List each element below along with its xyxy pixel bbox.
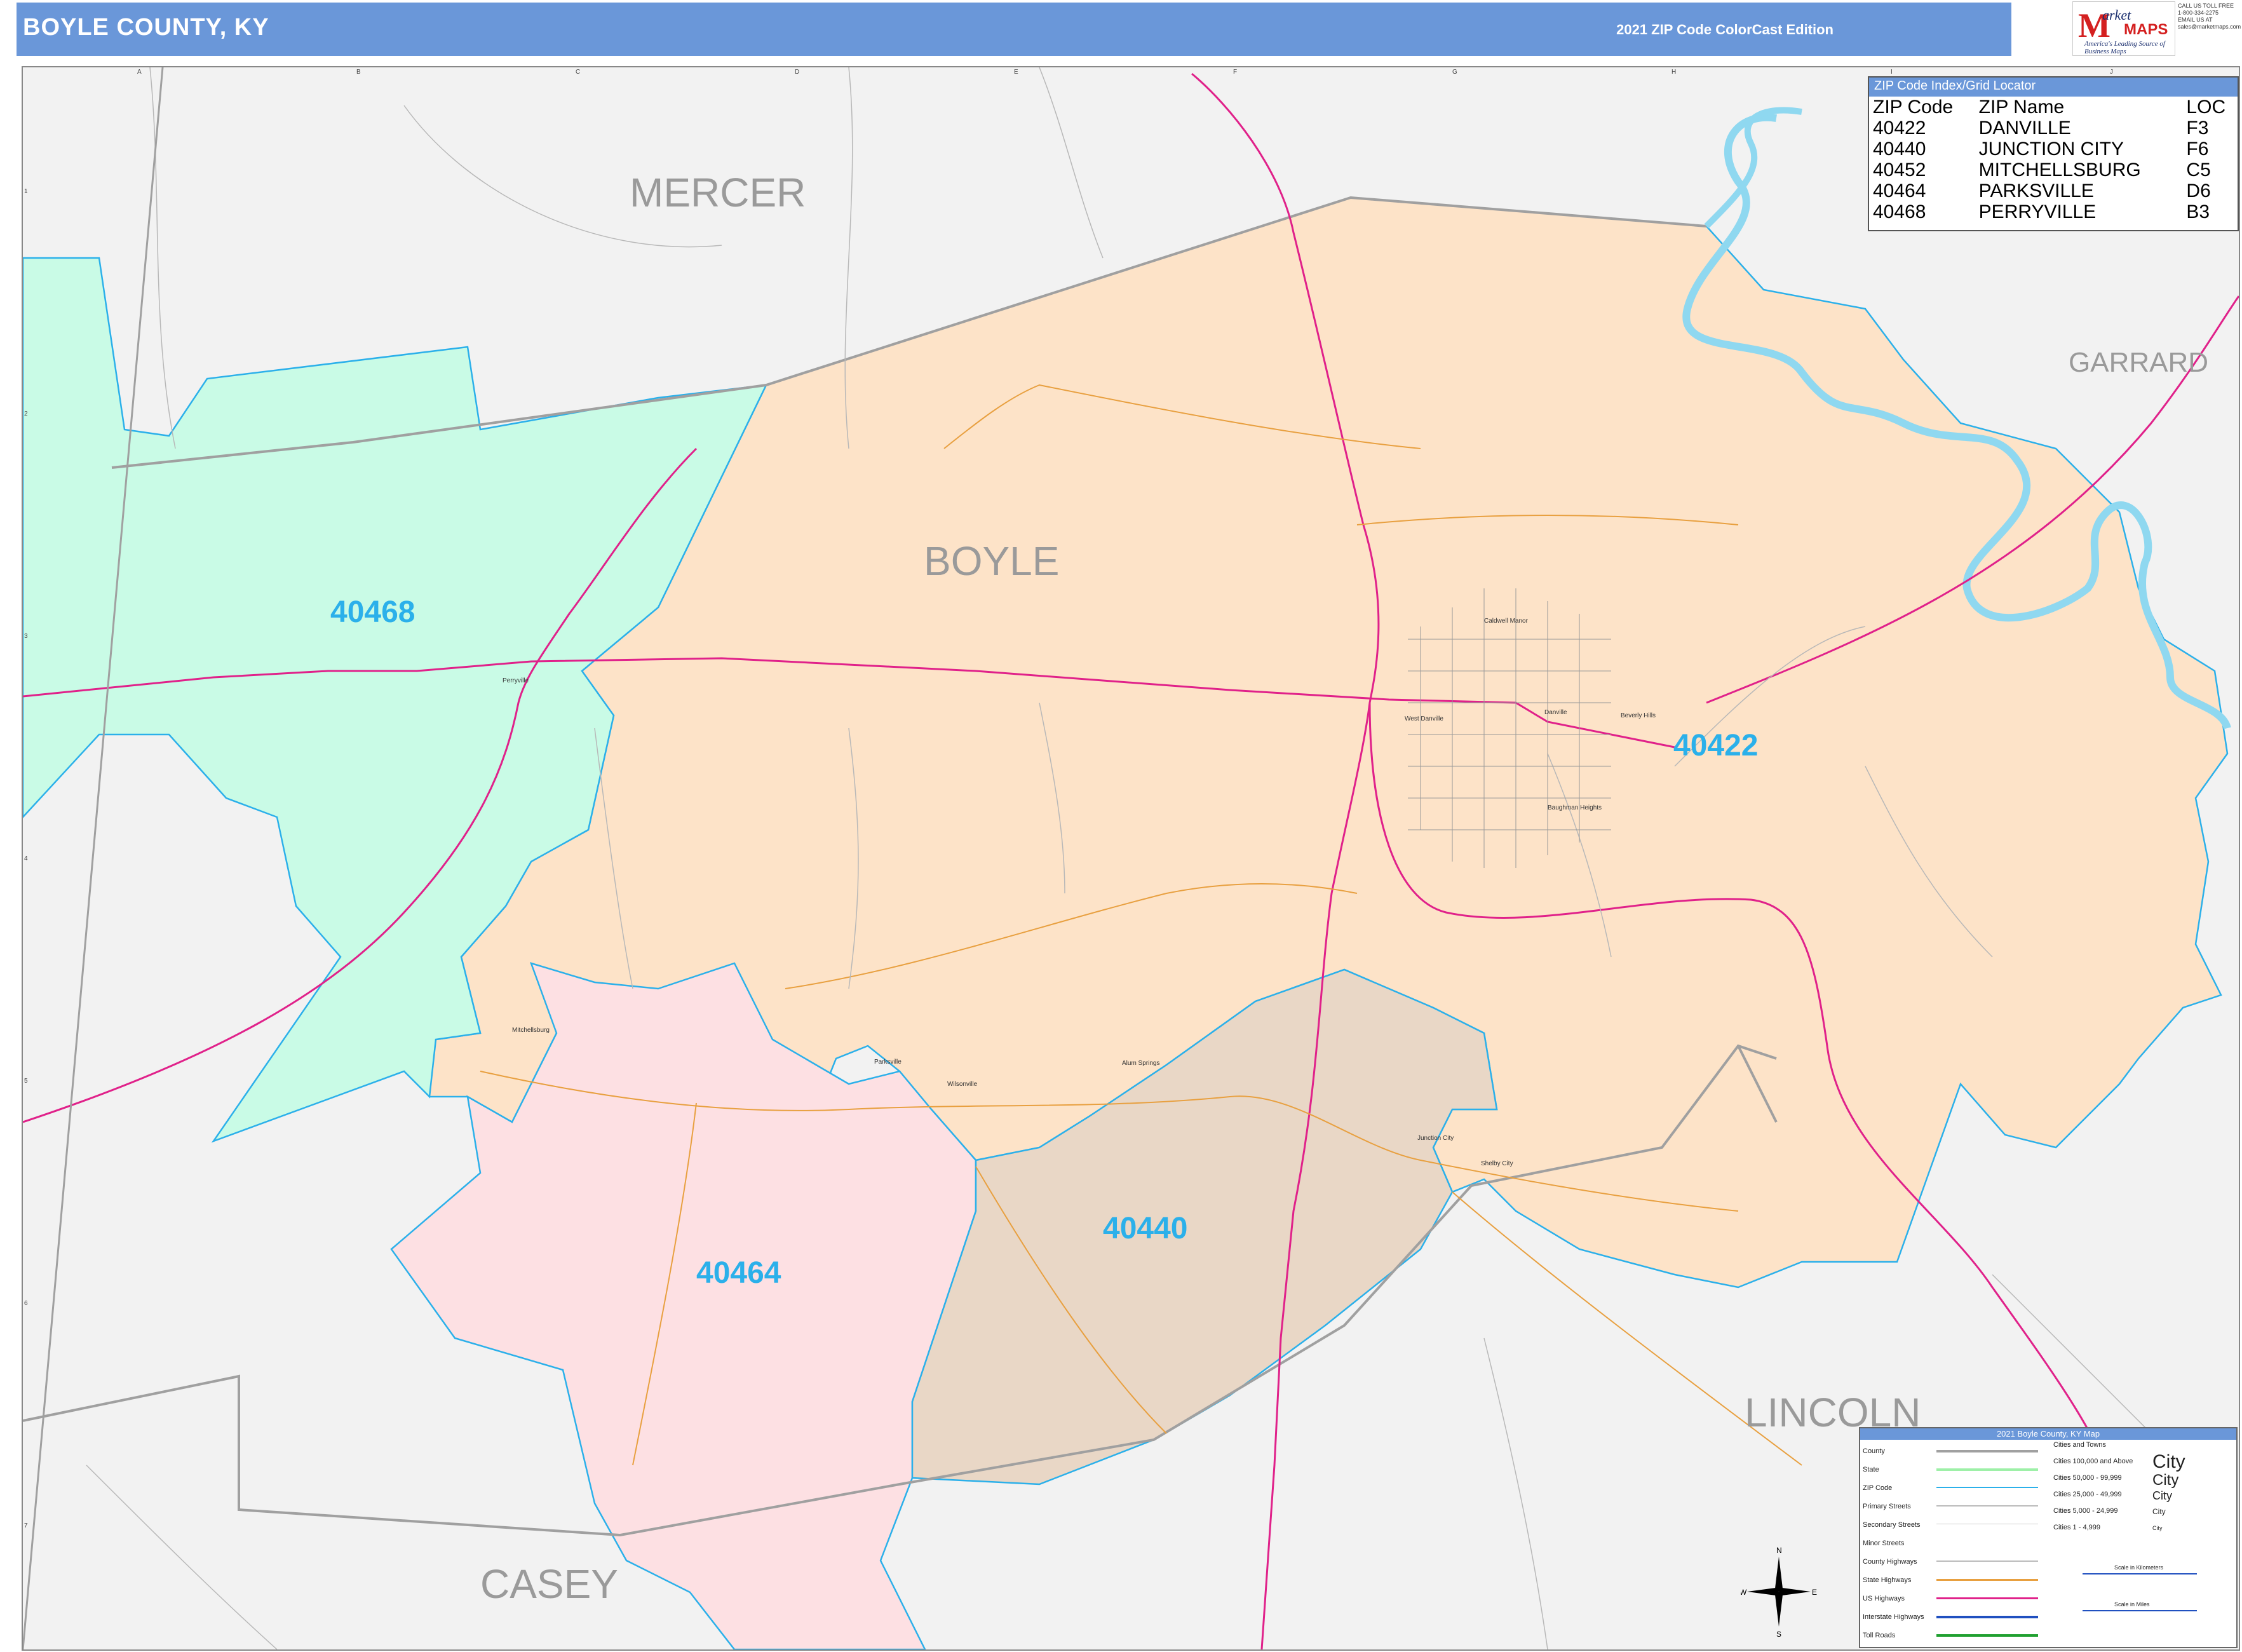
legend-item: Interstate Highways <box>1863 1613 1924 1621</box>
legend-city-sample: City <box>2152 1451 2185 1472</box>
legend-cities-title: Cities and Towns <box>2053 1441 2106 1449</box>
svg-text:S: S <box>1776 1630 1781 1639</box>
grid-row-label: 7 <box>24 1522 28 1529</box>
legend-item: Secondary Streets <box>1863 1521 1921 1529</box>
legend-swatch <box>1936 1579 2038 1581</box>
scale-km-label: Scale in Kilometers <box>2114 1564 2164 1571</box>
legend-city-range: Cities 100,000 and Above <box>2053 1458 2133 1465</box>
table-row: 40440 JUNCTION CITY F6 <box>1873 139 2209 159</box>
legend-swatch <box>1936 1597 2038 1599</box>
scale-bar-mi <box>2083 1610 2197 1611</box>
grid-column-label: D <box>795 69 800 76</box>
zip-index-table: ZIP Code ZIP Name LOC 40422 DANVILLE F3 … <box>1869 97 2238 222</box>
edition-label: 2021 ZIP Code ColorCast Edition <box>1616 22 1833 37</box>
scale-mi-label: Scale in Miles <box>2114 1601 2150 1608</box>
legend-swatch <box>1936 1616 2038 1618</box>
county-label-garrard: GARRARD <box>2069 347 2209 378</box>
legend-item: ZIP Code <box>1863 1484 1893 1492</box>
place-label: West Danville <box>1405 715 1443 722</box>
grid-column-label: E <box>1014 69 1018 76</box>
place-label: Alum Springs <box>1122 1060 1160 1067</box>
grid-column-label: J <box>2110 69 2113 76</box>
grid-row-label: 5 <box>24 1078 28 1085</box>
county-label-boyle: BOYLE <box>924 538 1060 584</box>
legend-item: Primary Streets <box>1863 1503 1911 1510</box>
grid-row-label: 3 <box>24 633 28 640</box>
grid-column-label: B <box>356 69 361 76</box>
county-label-mercer: MERCER <box>630 170 806 215</box>
place-label: Shelby City <box>1481 1160 1513 1167</box>
legend-item: State Highways <box>1863 1576 1912 1584</box>
legend-item: County Highways <box>1863 1558 1917 1566</box>
grid-column-label: C <box>576 69 581 76</box>
legend-city-range: Cities 1 - 4,999 <box>2053 1524 2100 1531</box>
scale-bar-km <box>2083 1573 2197 1574</box>
legend-title: 2021 Boyle County, KY Map <box>1860 1428 2236 1440</box>
legend-city-sample: City <box>2152 1507 2166 1516</box>
legend-city-range: Cities 5,000 - 24,999 <box>2053 1507 2118 1515</box>
place-label: Baughman Heights <box>1548 804 1602 811</box>
table-row: 40464 PARKSVILLE D6 <box>1873 180 2211 201</box>
svg-text:E: E <box>1812 1588 1817 1597</box>
legend-swatch <box>1936 1468 2038 1471</box>
zip-label-40464: 40464 <box>696 1256 781 1290</box>
table-row: 40452 MITCHELLSBURG C5 <box>1873 159 2211 180</box>
svg-text:W: W <box>1741 1588 1747 1597</box>
zip-index-header-row: ZIP Code ZIP Name LOC <box>1873 97 2226 118</box>
map-header: BOYLE COUNTY, KY 2021 ZIP Code ColorCast… <box>17 3 2011 56</box>
place-label: Danville <box>1544 709 1567 716</box>
grid-row-label: 1 <box>24 188 28 195</box>
grid-column-label: H <box>1671 69 1677 76</box>
grid-row-label: 6 <box>24 1300 28 1307</box>
table-row: 40468 PERRYVILLE B3 <box>1873 201 2210 222</box>
grid-column-label: G <box>1452 69 1457 76</box>
place-label: Parksville <box>874 1059 902 1066</box>
legend-item: US Highways <box>1863 1595 1905 1602</box>
legend-city-sample: City <box>2152 1472 2179 1489</box>
zip-label-40440: 40440 <box>1103 1212 1188 1245</box>
legend-city-range: Cities 25,000 - 49,999 <box>2053 1491 2122 1498</box>
map-canvas[interactable]: A B C D E F G H I J 1 2 3 4 5 6 7 MERCER… <box>22 66 2240 1651</box>
legend-item: Minor Streets <box>1863 1540 1905 1547</box>
legend-city-range: Cities 50,000 - 99,999 <box>2053 1474 2122 1482</box>
county-label-casey: CASEY <box>480 1561 618 1607</box>
legend-swatch <box>1936 1561 2038 1562</box>
place-label: Beverly Hills <box>1621 712 1656 719</box>
zip-label-40468: 40468 <box>330 595 415 629</box>
grid-row-label: 2 <box>24 410 28 417</box>
legend-swatch <box>1936 1450 2038 1452</box>
legend-item: County <box>1863 1447 1885 1455</box>
place-label: Junction City <box>1417 1135 1454 1142</box>
market-maps-logo: M arket MAPS America's Leading Source of… <box>2072 1 2175 56</box>
table-row: 40422 DANVILLE F3 <box>1873 118 2209 139</box>
map-title: BOYLE COUNTY, KY <box>23 14 269 41</box>
legend-swatch <box>1936 1487 2038 1488</box>
place-label: Caldwell Manor <box>1484 618 1528 625</box>
place-label: Wilsonville <box>947 1081 978 1088</box>
grid-column-label: I <box>1891 69 1893 76</box>
legend-city-sample: City <box>2152 1525 2163 1531</box>
legend-item: Toll Roads <box>1863 1632 1896 1639</box>
place-label: Mitchellsburg <box>512 1027 550 1034</box>
grid-row-label: 4 <box>24 855 28 862</box>
legend-city-sample: City <box>2152 1489 2172 1502</box>
compass-rose-icon: N S E W <box>1741 1546 1817 1639</box>
legend-swatch <box>1936 1505 2038 1506</box>
place-label: Perryville <box>503 677 529 684</box>
zip-index-panel: ZIP Code Index/Grid Locator ZIP Code ZIP… <box>1868 76 2239 231</box>
zip-index-title: ZIP Code Index/Grid Locator <box>1869 78 2238 97</box>
grid-column-label: A <box>137 69 142 76</box>
grid-column-label: F <box>1233 69 1238 76</box>
legend-swatch <box>1936 1634 2038 1637</box>
zip-label-40422: 40422 <box>1673 729 1759 762</box>
legend-item: State <box>1863 1466 1879 1473</box>
river-north <box>1704 107 1802 229</box>
map-legend: 2021 Boyle County, KY Map County State Z… <box>1859 1427 2238 1648</box>
contact-info: CALL US TOLL FREE 1-800-334-2275 EMAIL U… <box>2178 3 2241 30</box>
svg-text:N: N <box>1776 1546 1782 1555</box>
